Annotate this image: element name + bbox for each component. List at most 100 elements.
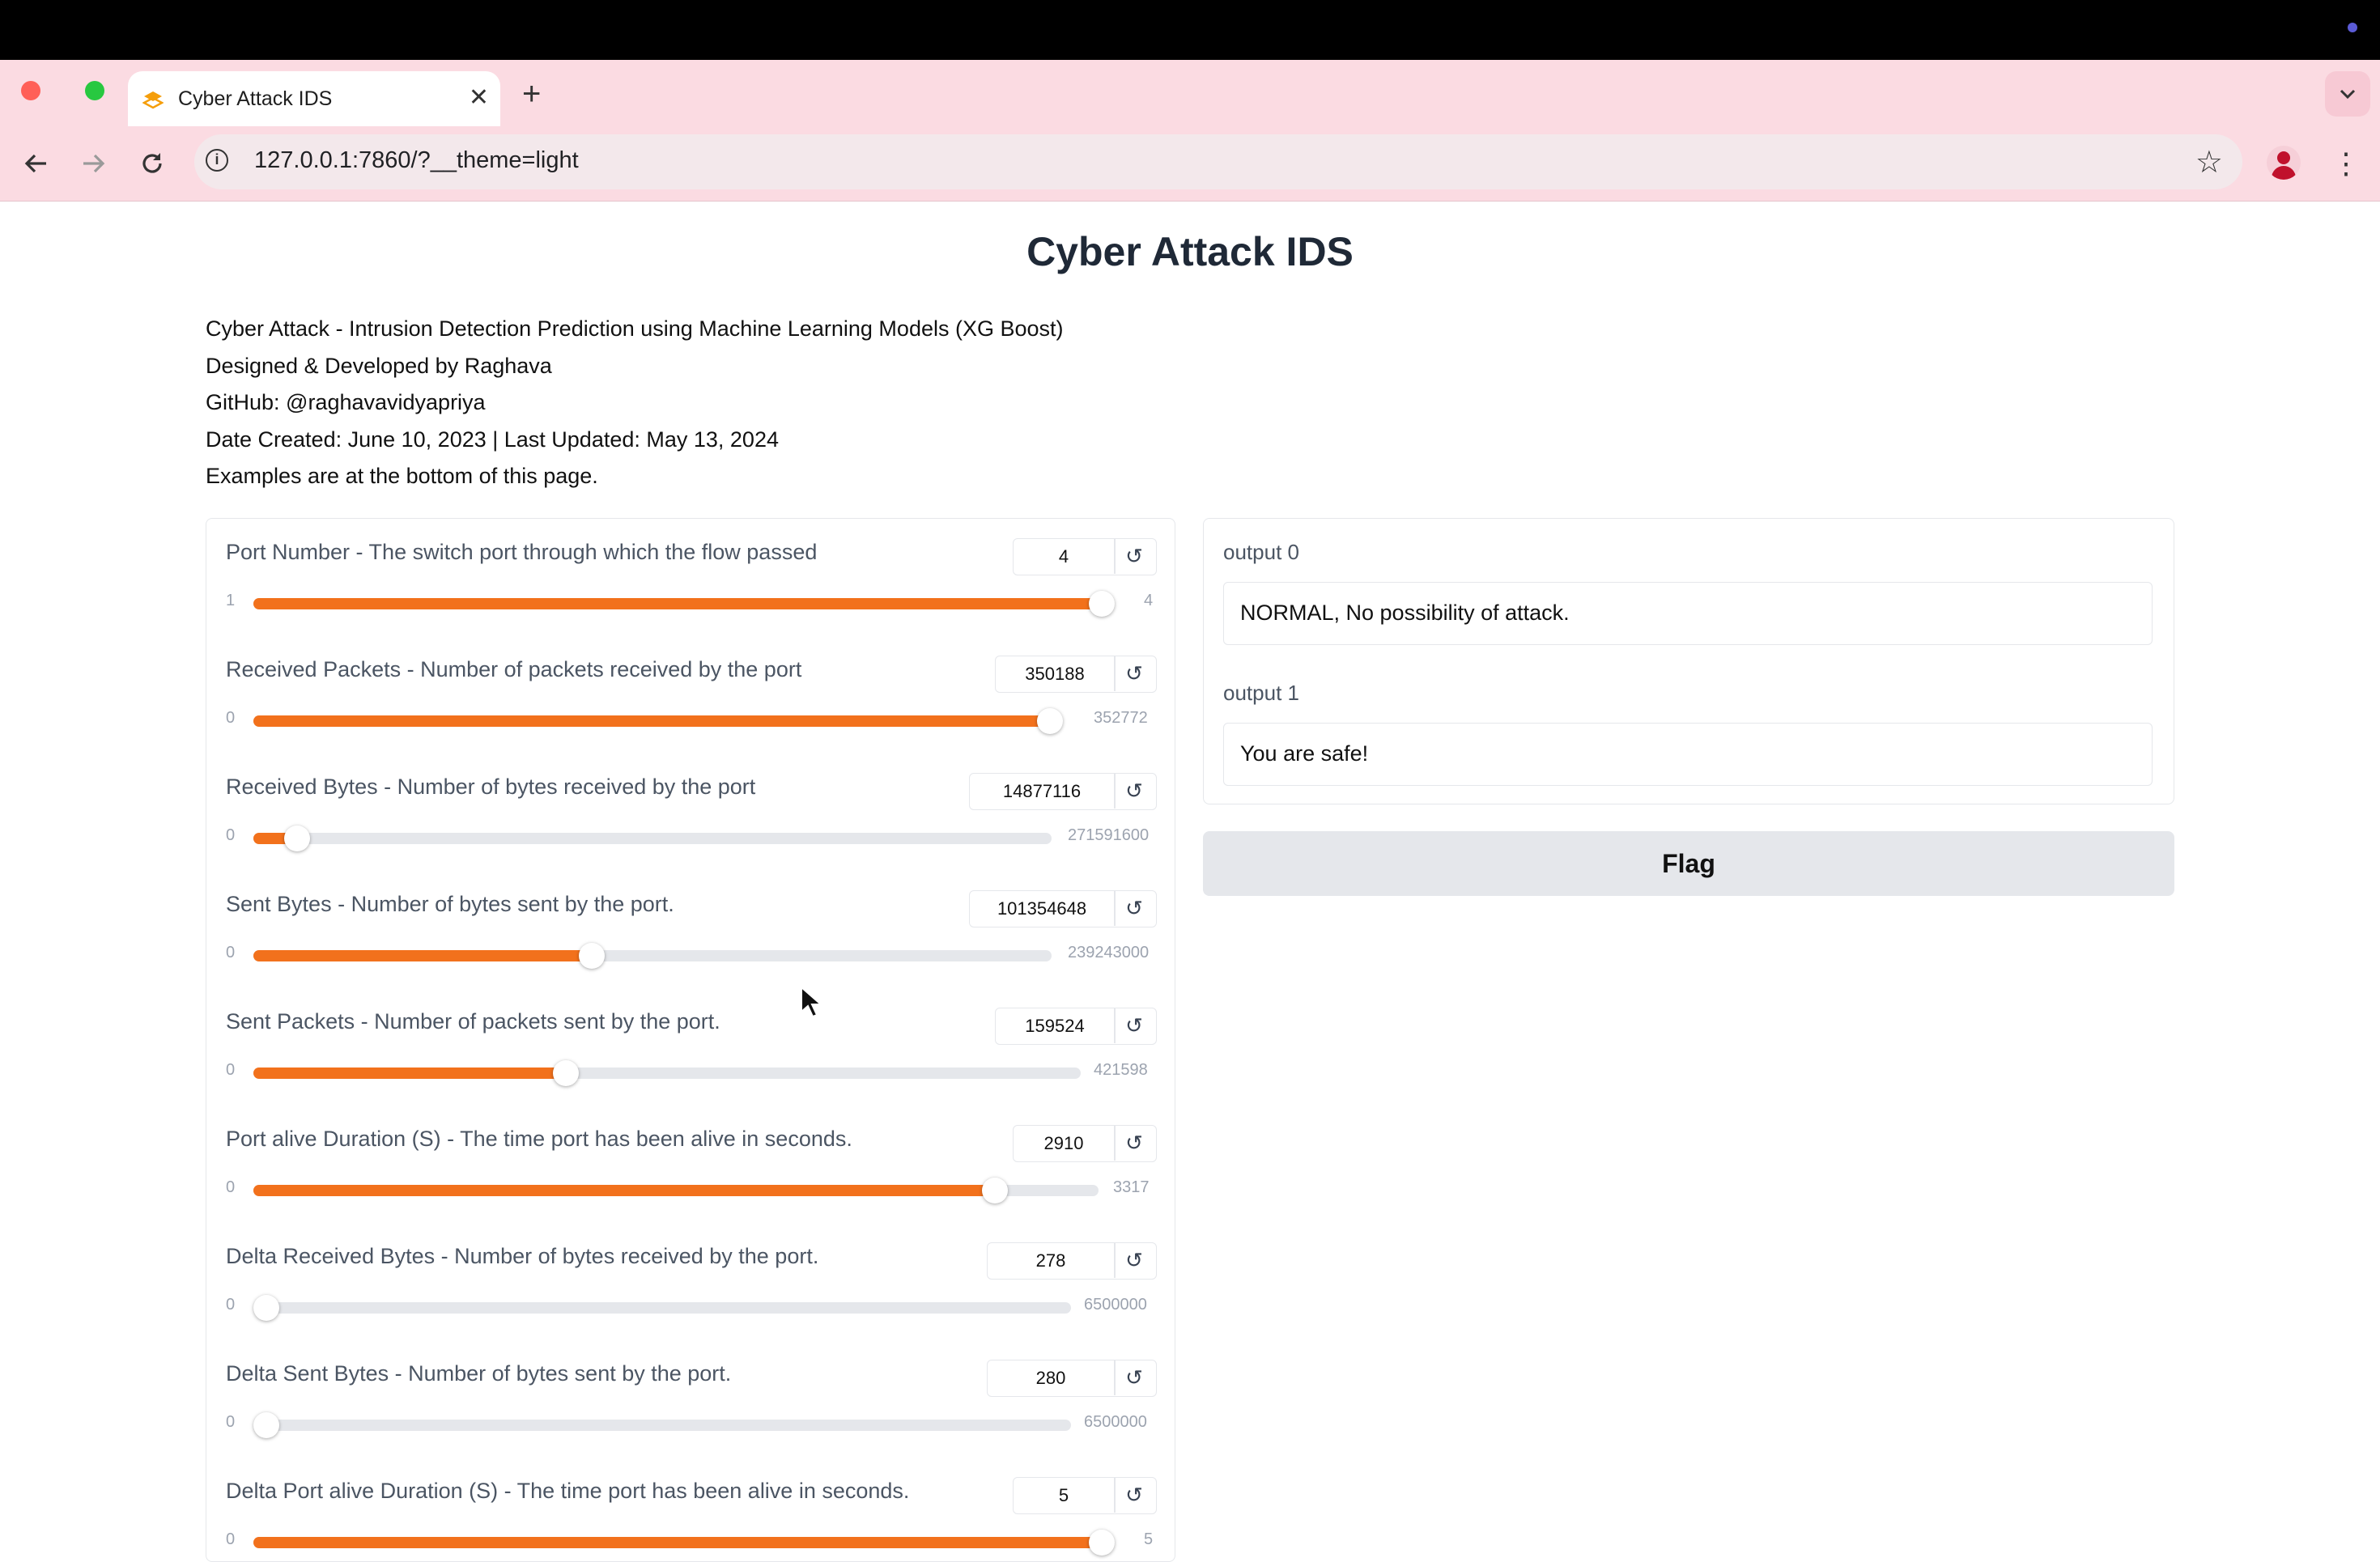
slider-thumb[interactable] xyxy=(553,1060,580,1086)
slider-max: 4 xyxy=(1144,592,1154,609)
output-1-textbox[interactable]: You are safe! xyxy=(1223,723,2153,786)
number-input[interactable]: 101354648 ↺ xyxy=(969,890,1157,927)
number-input[interactable]: 14877116 ↺ xyxy=(969,773,1157,810)
slider-thumb[interactable] xyxy=(253,1295,279,1321)
slider-thumb[interactable] xyxy=(284,826,311,851)
number-input[interactable]: 5 ↺ xyxy=(1013,1477,1157,1514)
tab-close-icon[interactable]: ✕ xyxy=(469,84,489,112)
slider-max: 6500000 xyxy=(1084,1296,1147,1314)
reset-icon[interactable]: ↺ xyxy=(1112,1126,1156,1161)
description: Cyber Attack - Intrusion Detection Predi… xyxy=(206,311,1064,495)
slider-track[interactable] xyxy=(253,1295,1071,1321)
number-value[interactable]: 2910 xyxy=(1014,1126,1114,1161)
slider-row-port-alive-duration: Port alive Duration (S) - The time port … xyxy=(206,1106,1175,1223)
number-input[interactable]: 159524 ↺ xyxy=(995,1008,1157,1045)
slider-thumb[interactable] xyxy=(253,1412,279,1438)
mouse-cursor-icon xyxy=(801,986,823,1018)
slider-row-delta-sent-bytes: Delta Sent Bytes - Number of bytes sent … xyxy=(206,1340,1175,1458)
slider-track[interactable] xyxy=(253,826,1052,851)
slider-track[interactable] xyxy=(253,1412,1071,1438)
maximize-window-button[interactable] xyxy=(85,81,104,100)
reset-icon[interactable]: ↺ xyxy=(1112,1243,1156,1278)
url-text[interactable]: 127.0.0.1:7860/?__theme=light xyxy=(254,147,579,174)
reset-icon[interactable]: ↺ xyxy=(1112,1360,1156,1395)
slider-min: 0 xyxy=(226,826,236,844)
reset-icon[interactable]: ↺ xyxy=(1112,774,1156,809)
slider-min: 0 xyxy=(226,709,236,727)
gradio-favicon-icon xyxy=(142,91,164,109)
reset-icon[interactable]: ↺ xyxy=(1112,891,1156,926)
slider-thumb[interactable] xyxy=(1089,1530,1115,1556)
description-line: GitHub: @raghavavidyapriya xyxy=(206,390,486,414)
number-value[interactable]: 101354648 xyxy=(970,891,1114,926)
forward-button[interactable] xyxy=(74,144,113,183)
number-value[interactable]: 5 xyxy=(1014,1478,1114,1513)
slider-track[interactable] xyxy=(253,591,1115,617)
number-input[interactable]: 280 ↺ xyxy=(987,1360,1157,1397)
browser-menu-icon[interactable]: ⋮ xyxy=(2331,144,2361,183)
slider-min: 0 xyxy=(226,1061,236,1079)
reset-icon[interactable]: ↺ xyxy=(1112,656,1156,691)
slider-fill xyxy=(253,1068,567,1079)
output-0-label: output 0 xyxy=(1223,540,1299,564)
number-value[interactable]: 14877116 xyxy=(970,774,1114,809)
slider-track[interactable] xyxy=(253,1178,1099,1203)
slider-fill xyxy=(253,715,1050,727)
back-button[interactable] xyxy=(16,144,55,183)
slider-track[interactable] xyxy=(253,943,1052,969)
slider-row-delta-port-alive-duration: Delta Port alive Duration (S) - The time… xyxy=(206,1458,1175,1561)
slider-max: 239243000 xyxy=(1068,944,1150,961)
slider-label: Port alive Duration (S) - The time port … xyxy=(226,1127,852,1151)
slider-row-sent-packets: Sent Packets - Number of packets sent by… xyxy=(206,988,1175,1106)
number-value[interactable]: 4 xyxy=(1014,539,1114,574)
slider-label: Sent Bytes - Number of bytes sent by the… xyxy=(226,892,674,916)
slider-min: 0 xyxy=(226,1178,236,1196)
slider-max: 3317 xyxy=(1113,1178,1150,1196)
slider-thumb[interactable] xyxy=(1037,708,1063,734)
slider-min: 0 xyxy=(226,944,236,961)
tab-search-button[interactable] xyxy=(2325,71,2370,117)
close-window-button[interactable] xyxy=(21,81,40,100)
number-value[interactable]: 280 xyxy=(988,1360,1114,1395)
reset-icon[interactable]: ↺ xyxy=(1112,1008,1156,1043)
slider-thumb[interactable] xyxy=(579,943,606,969)
description-line: Cyber Attack - Intrusion Detection Predi… xyxy=(206,316,1064,341)
slider-label: Delta Port alive Duration (S) - The time… xyxy=(226,1479,910,1503)
reload-icon xyxy=(142,153,162,173)
slider-track[interactable] xyxy=(253,708,1063,734)
info-icon[interactable]: i xyxy=(206,149,228,172)
star-icon[interactable]: ☆ xyxy=(2195,144,2223,180)
chevron-down-icon xyxy=(2340,89,2356,100)
slider-thumb[interactable] xyxy=(981,1178,1008,1203)
os-menu-bar xyxy=(0,0,2380,60)
reload-button[interactable] xyxy=(133,144,172,183)
slider-track[interactable] xyxy=(253,1060,1081,1086)
number-input[interactable]: 278 ↺ xyxy=(987,1242,1157,1280)
number-value[interactable]: 278 xyxy=(988,1243,1114,1278)
number-input[interactable]: 4 ↺ xyxy=(1013,538,1157,575)
slider-thumb[interactable] xyxy=(1089,591,1115,617)
slider-track[interactable] xyxy=(253,1530,1115,1556)
browser-tab[interactable]: Cyber Attack IDS ✕ xyxy=(128,71,500,126)
slider-row-port-number: Port Number - The switch port through wh… xyxy=(206,519,1175,636)
output-0-textbox[interactable]: NORMAL, No possibility of attack. xyxy=(1223,582,2153,645)
slider-fill xyxy=(253,950,593,961)
number-input[interactable]: 350188 ↺ xyxy=(995,656,1157,693)
back-arrow-icon xyxy=(24,154,46,173)
slider-max: 6500000 xyxy=(1084,1413,1147,1431)
tab-title: Cyber Attack IDS xyxy=(178,87,333,110)
page-title: Cyber Attack IDS xyxy=(1026,229,1354,274)
reset-icon[interactable]: ↺ xyxy=(1112,539,1156,574)
address-bar[interactable]: i 127.0.0.1:7860/?__theme=light ☆ xyxy=(194,134,2242,189)
flag-button[interactable]: Flag xyxy=(1203,831,2174,896)
profile-icon[interactable] xyxy=(2267,146,2301,180)
reset-icon[interactable]: ↺ xyxy=(1112,1478,1156,1513)
tab-strip: Cyber Attack IDS ✕ + xyxy=(0,60,2380,126)
slider-max: 5 xyxy=(1144,1530,1154,1548)
slider-min: 1 xyxy=(226,592,236,609)
number-input[interactable]: 2910 ↺ xyxy=(1013,1125,1157,1162)
slider-min: 0 xyxy=(226,1530,236,1548)
new-tab-button[interactable]: + xyxy=(522,78,541,110)
number-value[interactable]: 350188 xyxy=(996,656,1114,691)
number-value[interactable]: 159524 xyxy=(996,1008,1114,1043)
